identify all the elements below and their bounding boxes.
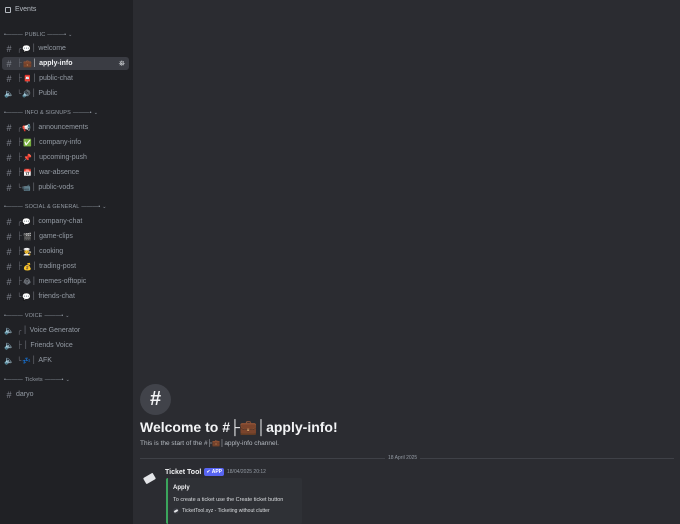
hash-icon: # [6, 231, 12, 242]
hash-icon: # [6, 43, 12, 54]
hash-icon: # [140, 384, 171, 415]
hash-icon: # [6, 216, 12, 227]
app-badge: ✔ APP [204, 468, 224, 476]
speaker-plus-icon: 🔈 [4, 326, 14, 335]
category-label: PUBLIC [24, 32, 46, 38]
channel-sidebar: Events •——— PUBLIC ———• ⌄ # ╭ 💬 │ welcom… [0, 0, 133, 524]
category-info-signups[interactable]: •——— INFO & SIGNUPS ———• ⌄ [4, 110, 98, 116]
hash-icon: # [6, 122, 12, 133]
channel-friends-chat[interactable]: # ╰ 💬 │ friends-chat [2, 290, 129, 303]
speaker-icon: 🔈 [4, 89, 14, 98]
channel-label: welcome [38, 45, 66, 52]
channel-public-vods[interactable]: # ╰ 📹 │ public-vods [2, 181, 129, 194]
hash-icon: # [6, 182, 12, 193]
chevron-down-icon: ⌄ [65, 313, 70, 319]
channel-label: apply-info [39, 60, 73, 67]
welcome-subtitle: This is the start of the #├💼│apply-info … [140, 440, 279, 447]
hash-icon: # [6, 73, 12, 84]
channel-label: memes-offtopic [38, 278, 87, 285]
chevron-down-icon: ⌄ [102, 204, 107, 210]
channel-label: Friends Voice [30, 342, 73, 349]
embed-footer-text: TicketTool.xyz - Ticketing without clutt… [182, 508, 270, 514]
channel-upcoming-push[interactable]: # ├ 📌 │ upcoming-push [2, 151, 129, 164]
chat-main: # Welcome to #├💼│apply-info! This is the… [133, 0, 680, 524]
channel-label: AFK [38, 357, 52, 364]
speaker-icon: 🔈 [4, 356, 14, 365]
channel-company-chat[interactable]: # ╭ 💬 │ company-chat [2, 215, 129, 228]
category-label: INFO & SIGNUPS [24, 110, 71, 116]
category-voice[interactable]: •——— VOICE ———• ⌄ [4, 313, 70, 319]
channel-trading-post[interactable]: # ├ 💰 │ trading-post [2, 260, 129, 273]
channel-label: company-info [39, 139, 82, 146]
channel-cooking[interactable]: # ├ 🧑‍🍳 │ cooking [2, 245, 129, 258]
chevron-down-icon: ⌄ [93, 110, 98, 116]
message-timestamp: 18/04/2025 20:12 [227, 469, 266, 475]
hash-icon: # [6, 389, 12, 400]
channel-apply-info[interactable]: # ├ 💼 │ apply-info ⛯ [2, 57, 129, 70]
category-label: Tickets [24, 377, 43, 383]
speaker-icon: 🔈 [4, 341, 14, 350]
calendar-icon [5, 6, 11, 13]
message-author[interactable]: Ticket Tool [165, 469, 201, 476]
channel-memes-offtopic[interactable]: # ├ 😂 │ memes-offtopic [2, 275, 129, 288]
invite-icon[interactable]: ⛯ [119, 59, 125, 69]
channel-public-voice[interactable]: 🔈 ╰ 🔊 │ Public [2, 87, 129, 100]
channel-label: cooking [39, 248, 64, 255]
channel-label: war-absence [39, 169, 80, 176]
channel-game-clips[interactable]: # ├ 🎬 │ game-clips [2, 230, 129, 243]
category-public[interactable]: •——— PUBLIC ———• ⌄ [4, 32, 72, 38]
channel-label: trading-post [39, 263, 77, 270]
channel-label: friends-chat [38, 293, 75, 300]
channel-friends-voice[interactable]: 🔈 ├ │ Friends Voice [2, 339, 129, 352]
channel-label: Voice Generator [29, 327, 81, 334]
channel-daryo[interactable]: # daryo [2, 388, 129, 401]
category-tickets[interactable]: •——— Tickets ———• ⌄ [4, 377, 70, 383]
welcome-title: Welcome to #├💼│apply-info! [140, 419, 338, 435]
hash-icon: # [6, 261, 12, 272]
channel-label: game-clips [39, 233, 73, 240]
hash-icon: # [6, 152, 12, 163]
category-label: SOCIAL & GENERAL [24, 204, 80, 210]
hash-icon: # [6, 291, 12, 302]
channel-voice-generator[interactable]: 🔈 ╭ │ Voice Generator [2, 324, 129, 337]
hash-icon: # [6, 276, 12, 287]
channel-label: public-vods [38, 184, 74, 191]
hash-icon: # [6, 58, 12, 69]
ticket-icon [173, 508, 179, 514]
channel-public-chat[interactable]: # ├ 📮 │ public-chat [2, 72, 129, 85]
channel-company-info[interactable]: # ├ ✅ │ company-info [2, 136, 129, 149]
avatar[interactable] [141, 470, 157, 486]
embed-title: Apply [173, 485, 190, 491]
chevron-down-icon: ⌄ [68, 32, 73, 38]
category-social-general[interactable]: •——— SOCIAL & GENERAL ———• ⌄ [4, 204, 107, 210]
channel-label: upcoming-push [39, 154, 87, 161]
events-label: Events [15, 6, 37, 13]
channel-label: daryo [16, 391, 34, 398]
message-embed: Apply To create a ticket use the Create … [166, 478, 302, 524]
embed-footer: TicketTool.xyz - Ticketing without clutt… [173, 508, 270, 514]
channel-afk[interactable]: 🔈 ╰ 💤 │ AFK [2, 354, 129, 367]
channel-war-absence[interactable]: # ├ 📅 │ war-absence [2, 166, 129, 179]
date-divider-label: 18 April 2025 [385, 455, 421, 461]
message-header: Ticket Tool ✔ APP 18/04/2025 20:12 [165, 468, 266, 476]
hash-icon: # [6, 137, 12, 148]
ticket-icon [142, 472, 156, 484]
chevron-down-icon: ⌄ [65, 377, 70, 383]
channel-label: Public [38, 90, 58, 97]
hash-icon: # [6, 246, 12, 257]
channel-welcome[interactable]: # ╭ 💬 │ welcome [2, 42, 129, 55]
category-label: VOICE [24, 313, 43, 319]
channel-label: public-chat [39, 75, 73, 82]
channel-label: company-chat [38, 218, 83, 225]
channel-announcements[interactable]: # ╭ 📢 │ announcements [2, 121, 129, 134]
embed-description: To create a ticket use the Create ticket… [173, 497, 284, 503]
events-item[interactable]: Events [5, 6, 36, 13]
hash-icon: # [6, 167, 12, 178]
channel-label: announcements [38, 124, 89, 131]
